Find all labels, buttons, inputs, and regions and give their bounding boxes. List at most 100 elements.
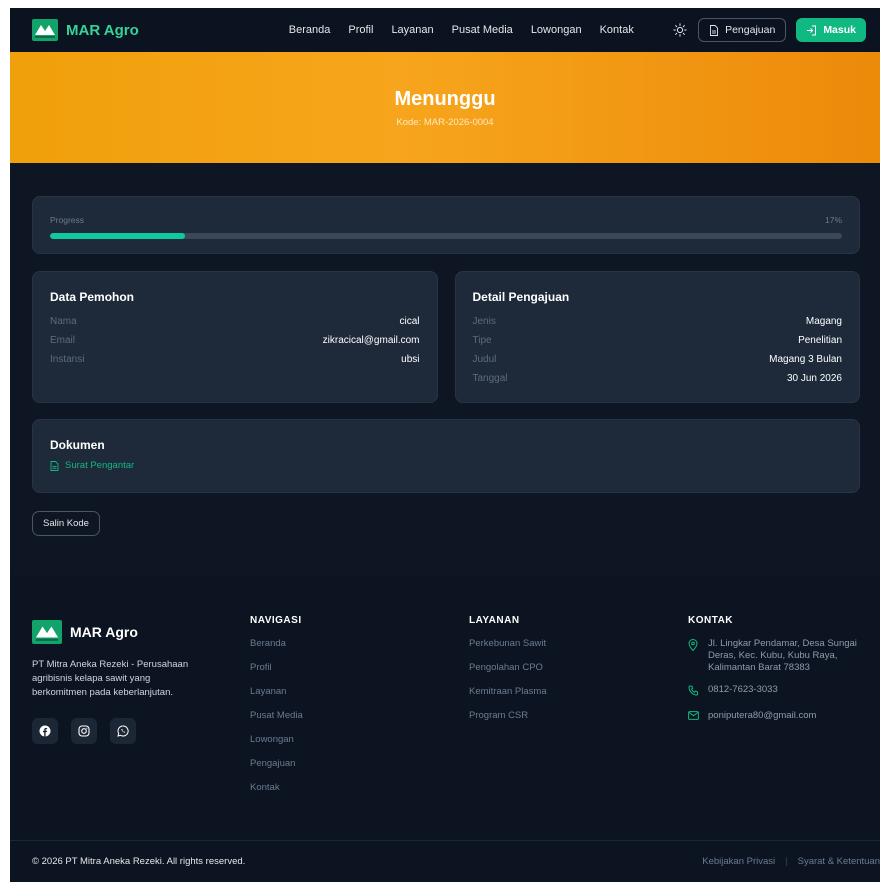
row-value: zikracical@gmail.com xyxy=(322,335,420,346)
row-value: 30 Jun 2026 xyxy=(786,373,842,384)
applicant-row-email: Email zikracical@gmail.com xyxy=(50,331,420,350)
row-value: Magang 3 Bulan xyxy=(769,354,842,365)
document-link-surat-pengantar[interactable]: Surat Pengantar xyxy=(50,460,842,471)
nav-layanan[interactable]: Layanan xyxy=(391,24,433,36)
footer: MAR Agro PT Mitra Aneka Rezeki - Perusah… xyxy=(10,575,880,882)
legal-separator: | xyxy=(785,856,788,867)
submission-title: Detail Pengajuan xyxy=(472,290,570,304)
social-links xyxy=(32,718,250,744)
footer-logo-icon xyxy=(32,620,62,644)
footer-link-lowongan[interactable]: Lowongan xyxy=(250,734,469,758)
nav-beranda[interactable]: Beranda xyxy=(289,24,331,36)
location-pin-icon xyxy=(688,638,700,674)
footer-link-pusat-media[interactable]: Pusat Media xyxy=(250,710,469,734)
pengajuan-label: Pengajuan xyxy=(725,24,776,36)
contact-phone-text: 0812-7623-3033 xyxy=(708,684,778,695)
documents-card: Dokumen Surat Pengantar xyxy=(32,419,860,493)
footer-contact-title: KONTAK xyxy=(688,615,734,626)
phone-icon xyxy=(688,684,700,700)
whatsapp-icon[interactable] xyxy=(110,718,136,744)
documents-title: Dokumen xyxy=(50,438,105,452)
application-code: Kode: MAR-2026-0004 xyxy=(396,116,494,128)
pengajuan-button[interactable]: Pengajuan xyxy=(698,18,787,42)
footer-nav-title: NAVIGASI xyxy=(250,615,302,626)
footer-description: PT Mitra Aneka Rezeki - Perusahaan agrib… xyxy=(32,659,189,698)
row-value: cical xyxy=(399,316,420,327)
brand-name: MAR Agro xyxy=(66,21,139,39)
instagram-icon[interactable] xyxy=(71,718,97,744)
masuk-button[interactable]: Masuk xyxy=(796,18,866,42)
row-key: Instansi xyxy=(50,354,85,365)
footer-brand[interactable]: MAR Agro xyxy=(32,620,250,644)
contact-email-text: poniputera80@gmail.com xyxy=(708,710,817,721)
terms-link[interactable]: Syarat & Ketentuan xyxy=(798,856,880,867)
status-hero: Menunggu Kode: MAR-2026-0004 xyxy=(10,52,880,163)
submission-row-tanggal: Tanggal 30 Jun 2026 xyxy=(473,369,843,388)
row-key: Nama xyxy=(50,316,77,327)
footer-bottom-bar: © 2026 PT Mitra Aneka Rezeki. All rights… xyxy=(10,840,880,882)
footer-link-program-csr[interactable]: Program CSR xyxy=(469,710,688,734)
page: MAR Agro Beranda Profil Layanan Pusat Me… xyxy=(10,8,880,882)
footer-link-beranda[interactable]: Beranda xyxy=(250,638,469,662)
row-key: Tanggal xyxy=(472,373,508,384)
main-content: Progress 17% Data Pemohon Nama cical Ema… xyxy=(10,163,880,536)
file-icon xyxy=(50,460,59,471)
footer-services-title: LAYANAN xyxy=(469,615,520,626)
copy-code-button[interactable]: Salin Kode xyxy=(32,511,100,536)
footer-services-column: LAYANAN Perkebunan Sawit Pengolahan CPO … xyxy=(469,615,688,806)
contact-email[interactable]: poniputera80@gmail.com xyxy=(688,710,878,724)
applicant-title: Data Pemohon xyxy=(50,290,135,304)
sun-icon[interactable] xyxy=(672,22,688,38)
footer-link-kontak[interactable]: Kontak xyxy=(250,782,469,806)
row-key: Jenis xyxy=(472,316,496,327)
status-title: Menunggu xyxy=(394,87,496,110)
privacy-policy-link[interactable]: Kebijakan Privasi xyxy=(702,856,775,867)
footer-link-pengajuan[interactable]: Pengajuan xyxy=(250,758,469,782)
header-actions: Pengajuan Masuk xyxy=(672,18,866,42)
submission-row-judul: Judul Magang 3 Bulan xyxy=(473,350,843,369)
document-label: Surat Pengantar xyxy=(65,460,135,471)
row-key: Tipe xyxy=(472,335,492,346)
brand[interactable]: MAR Agro xyxy=(32,19,139,41)
row-key: Email xyxy=(50,335,76,346)
applicant-card: Data Pemohon Nama cical Email zikracical… xyxy=(32,271,438,403)
progress-card: Progress 17% xyxy=(32,196,860,254)
nav-kontak[interactable]: Kontak xyxy=(600,24,634,36)
footer-brand-name: MAR Agro xyxy=(70,624,138,640)
footer-brand-column: MAR Agro PT Mitra Aneka Rezeki - Perusah… xyxy=(32,615,250,806)
nav-lowongan[interactable]: Lowongan xyxy=(531,24,582,36)
masuk-label: Masuk xyxy=(823,24,856,36)
contact-address: Jl. Lingkar Pendamar, Desa Sungai Deras,… xyxy=(688,638,878,674)
nav-profil[interactable]: Profil xyxy=(348,24,373,36)
contact-address-text: Jl. Lingkar Pendamar, Desa Sungai Deras,… xyxy=(708,638,857,673)
footer-link-layanan[interactable]: Layanan xyxy=(250,686,469,710)
footer-link-kemitraan-plasma[interactable]: Kemitraan Plasma xyxy=(469,686,688,710)
progress-label: Progress xyxy=(50,215,85,225)
submission-row-jenis: Jenis Magang xyxy=(473,312,843,331)
row-value: Penelitian xyxy=(798,335,842,346)
main-nav: Beranda Profil Layanan Pusat Media Lowon… xyxy=(289,24,634,36)
progress-percent: 17% xyxy=(824,215,842,225)
submission-row-tipe: Tipe Penelitian xyxy=(473,331,843,350)
footer-link-perkebunan-sawit[interactable]: Perkebunan Sawit xyxy=(469,638,688,662)
brand-logo-icon xyxy=(32,19,58,41)
applicant-row-nama: Nama cical xyxy=(50,312,420,331)
login-icon xyxy=(807,25,817,35)
contact-phone[interactable]: 0812-7623-3033 xyxy=(688,684,878,700)
mail-icon xyxy=(688,710,700,724)
copyright-text: © 2026 PT Mitra Aneka Rezeki. All rights… xyxy=(32,856,246,867)
row-value: ubsi xyxy=(401,354,420,365)
facebook-icon[interactable] xyxy=(32,718,58,744)
applicant-row-instansi: Instansi ubsi xyxy=(50,350,420,369)
top-navbar: MAR Agro Beranda Profil Layanan Pusat Me… xyxy=(10,8,880,52)
legal-links: Kebijakan Privasi | Syarat & Ketentuan xyxy=(702,856,880,867)
progress-track xyxy=(50,233,842,239)
submission-card: Detail Pengajuan Jenis Magang Tipe Penel… xyxy=(454,271,860,403)
footer-link-pengolahan-cpo[interactable]: Pengolahan CPO xyxy=(469,662,688,686)
footer-nav-column: NAVIGASI Beranda Profil Layanan Pusat Me… xyxy=(250,615,469,806)
progress-fill xyxy=(50,233,185,239)
row-value: Magang xyxy=(805,316,842,327)
footer-contact-column: KONTAK Jl. Lingkar Pendamar, Desa Sungai… xyxy=(688,615,878,806)
nav-pusat-media[interactable]: Pusat Media xyxy=(452,24,513,36)
footer-link-profil[interactable]: Profil xyxy=(250,662,469,686)
